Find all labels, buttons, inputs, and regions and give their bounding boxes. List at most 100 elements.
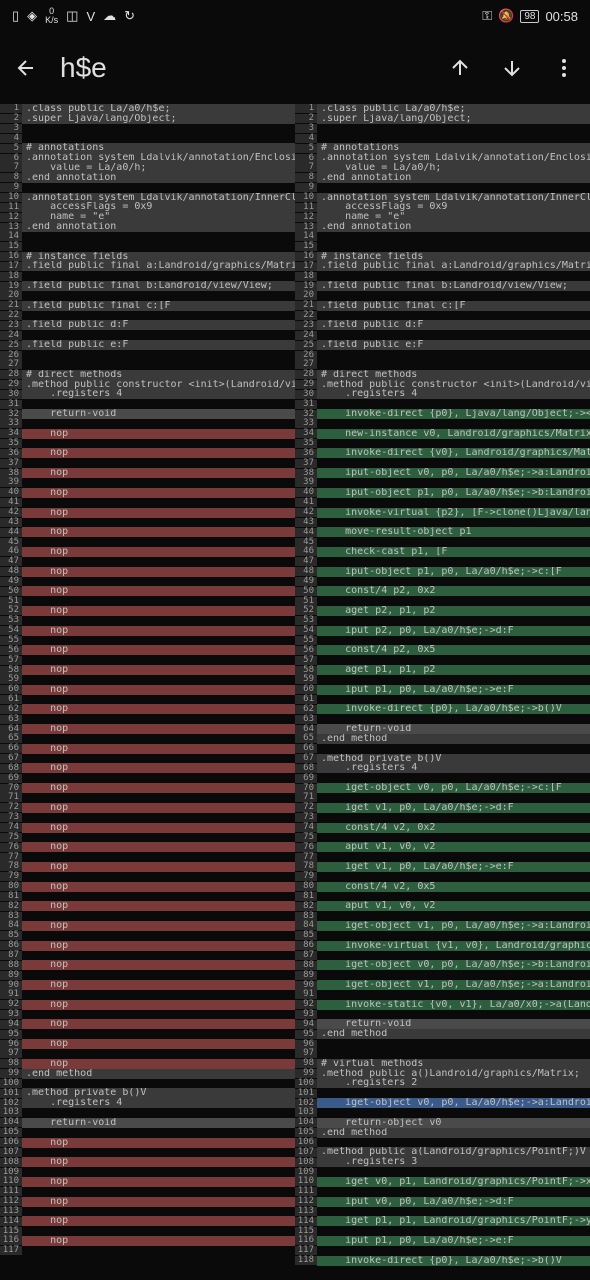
code-line[interactable]: 35: [295, 439, 590, 449]
code-line[interactable]: 31: [295, 399, 590, 409]
code-line[interactable]: 104 return-void: [0, 1118, 295, 1128]
code-line[interactable]: 7 value = La/a0/h;: [295, 163, 590, 173]
code-line[interactable]: 83: [0, 911, 295, 921]
code-line[interactable]: 71: [295, 793, 590, 803]
code-line[interactable]: 88 iget-object v0, p0, La/a0/h$e;->b:Lan…: [295, 960, 590, 970]
code-line[interactable]: 6.annotation system Ldalvik/annotation/E…: [0, 153, 295, 163]
code-line[interactable]: 107.method public a(Landroid/graphics/Po…: [295, 1147, 590, 1157]
code-line[interactable]: 49: [295, 577, 590, 587]
code-line[interactable]: 84 nop: [0, 921, 295, 931]
code-line[interactable]: 16# instance fields: [295, 252, 590, 262]
code-line[interactable]: 43: [295, 517, 590, 527]
code-line[interactable]: 77: [0, 852, 295, 862]
code-line[interactable]: 67: [0, 754, 295, 764]
code-line[interactable]: 20: [295, 291, 590, 301]
code-line[interactable]: 69: [0, 773, 295, 783]
code-line[interactable]: 109: [295, 1167, 590, 1177]
code-line[interactable]: 65: [0, 734, 295, 744]
code-line[interactable]: 5# annotations: [295, 143, 590, 153]
code-line[interactable]: 53: [0, 616, 295, 626]
code-line[interactable]: 6.annotation system Ldalvik/annotation/E…: [295, 153, 590, 163]
code-line[interactable]: 87: [0, 951, 295, 961]
code-line[interactable]: 63: [0, 714, 295, 724]
code-line[interactable]: 43: [0, 517, 295, 527]
code-line[interactable]: 72 iget v1, p0, La/a0/h$e;->d:F: [295, 803, 590, 813]
code-line[interactable]: 15: [295, 242, 590, 252]
code-line[interactable]: 27: [0, 360, 295, 370]
code-line[interactable]: 105: [0, 1128, 295, 1138]
code-line[interactable]: 100 .registers 2: [295, 1079, 590, 1089]
code-line[interactable]: 103: [0, 1108, 295, 1118]
code-line[interactable]: 97: [295, 1049, 590, 1059]
code-line[interactable]: 112 nop: [0, 1197, 295, 1207]
code-line[interactable]: 71: [0, 793, 295, 803]
code-line[interactable]: 16# instance fields: [0, 252, 295, 262]
code-line[interactable]: 111: [0, 1187, 295, 1197]
code-line[interactable]: 89: [295, 970, 590, 980]
code-line[interactable]: 42 invoke-virtual {p2}, [F->clone()Ljava…: [295, 508, 590, 518]
code-line[interactable]: 5# annotations: [0, 143, 295, 153]
code-line[interactable]: 31: [0, 399, 295, 409]
code-line[interactable]: 22: [295, 311, 590, 321]
code-line[interactable]: 63: [295, 714, 590, 724]
next-diff-button[interactable]: [494, 50, 530, 86]
code-line[interactable]: 32 invoke-direct {p0}, Ljava/lang/Object…: [295, 409, 590, 419]
code-line[interactable]: 103: [295, 1108, 590, 1118]
code-line[interactable]: 99.method public a()Landroid/graphics/Ma…: [295, 1069, 590, 1079]
code-line[interactable]: 62 nop: [0, 704, 295, 714]
code-line[interactable]: 101.method private b()V: [0, 1088, 295, 1098]
code-line[interactable]: 102 iget-object v0, p0, La/a0/h$e;->a:La…: [295, 1098, 590, 1108]
code-line[interactable]: 26: [295, 350, 590, 360]
code-line[interactable]: 118 invoke-direct {p0}, La/a0/h$e;->b()V: [295, 1256, 590, 1266]
code-line[interactable]: 15: [0, 242, 295, 252]
code-line[interactable]: 21.field public final c:[F: [0, 301, 295, 311]
code-line[interactable]: 98 nop: [0, 1059, 295, 1069]
code-line[interactable]: 17.field public final a:Landroid/graphic…: [295, 262, 590, 272]
code-line[interactable]: 22: [0, 311, 295, 321]
code-line[interactable]: 105.end method: [295, 1128, 590, 1138]
code-line[interactable]: 114 iget p1, p1, Landroid/graphics/Point…: [295, 1216, 590, 1226]
code-line[interactable]: 13.end annotation: [295, 222, 590, 232]
code-line[interactable]: 21.field public final c:[F: [295, 301, 590, 311]
code-line[interactable]: 94 nop: [0, 1019, 295, 1029]
code-line[interactable]: 77: [295, 852, 590, 862]
code-line[interactable]: 60 nop: [0, 685, 295, 695]
left-pane[interactable]: 1.class public La/a0/h$e;2.super Ljava/l…: [0, 104, 295, 1280]
code-line[interactable]: 54 nop: [0, 626, 295, 636]
code-line[interactable]: 8.end annotation: [295, 173, 590, 183]
code-line[interactable]: 3: [0, 124, 295, 134]
code-line[interactable]: 9: [295, 183, 590, 193]
code-line[interactable]: 9: [0, 183, 295, 193]
code-line[interactable]: 55: [0, 636, 295, 646]
code-line[interactable]: 75: [295, 832, 590, 842]
diff-viewer[interactable]: 1.class public La/a0/h$e;2.super Ljava/l…: [0, 104, 590, 1280]
code-line[interactable]: 55: [295, 636, 590, 646]
code-line[interactable]: 84 iget-object v1, p0, La/a0/h$e;->a:Lan…: [295, 921, 590, 931]
code-line[interactable]: 40 nop: [0, 488, 295, 498]
code-line[interactable]: 40 iput-object p1, p0, La/a0/h$e;->b:Lan…: [295, 488, 590, 498]
code-line[interactable]: 13.end annotation: [0, 222, 295, 232]
code-line[interactable]: 46 check-cast p1, [F: [295, 547, 590, 557]
code-line[interactable]: 32 return-void: [0, 409, 295, 419]
code-line[interactable]: 70 nop: [0, 783, 295, 793]
code-line[interactable]: 25.field public e:F: [0, 340, 295, 350]
code-line[interactable]: 117: [0, 1246, 295, 1256]
code-line[interactable]: 29.method public constructor <init>(Land…: [295, 380, 590, 390]
code-line[interactable]: 80 nop: [0, 882, 295, 892]
code-line[interactable]: 64 nop: [0, 724, 295, 734]
code-line[interactable]: 10.annotation system Ldalvik/annotation/…: [0, 193, 295, 203]
code-line[interactable]: 109: [0, 1167, 295, 1177]
code-line[interactable]: 91: [0, 990, 295, 1000]
code-line[interactable]: 85: [295, 931, 590, 941]
code-line[interactable]: 99.end method: [0, 1069, 295, 1079]
code-line[interactable]: 24: [0, 330, 295, 340]
code-line[interactable]: 85: [0, 931, 295, 941]
code-line[interactable]: 1.class public La/a0/h$e;: [0, 104, 295, 114]
code-line[interactable]: 24: [295, 330, 590, 340]
code-line[interactable]: 81: [295, 892, 590, 902]
code-line[interactable]: 18: [0, 271, 295, 281]
code-line[interactable]: 75: [0, 832, 295, 842]
code-line[interactable]: 23.field public d:F: [295, 321, 590, 331]
code-line[interactable]: 64 return-void: [295, 724, 590, 734]
code-line[interactable]: 93: [295, 1010, 590, 1020]
